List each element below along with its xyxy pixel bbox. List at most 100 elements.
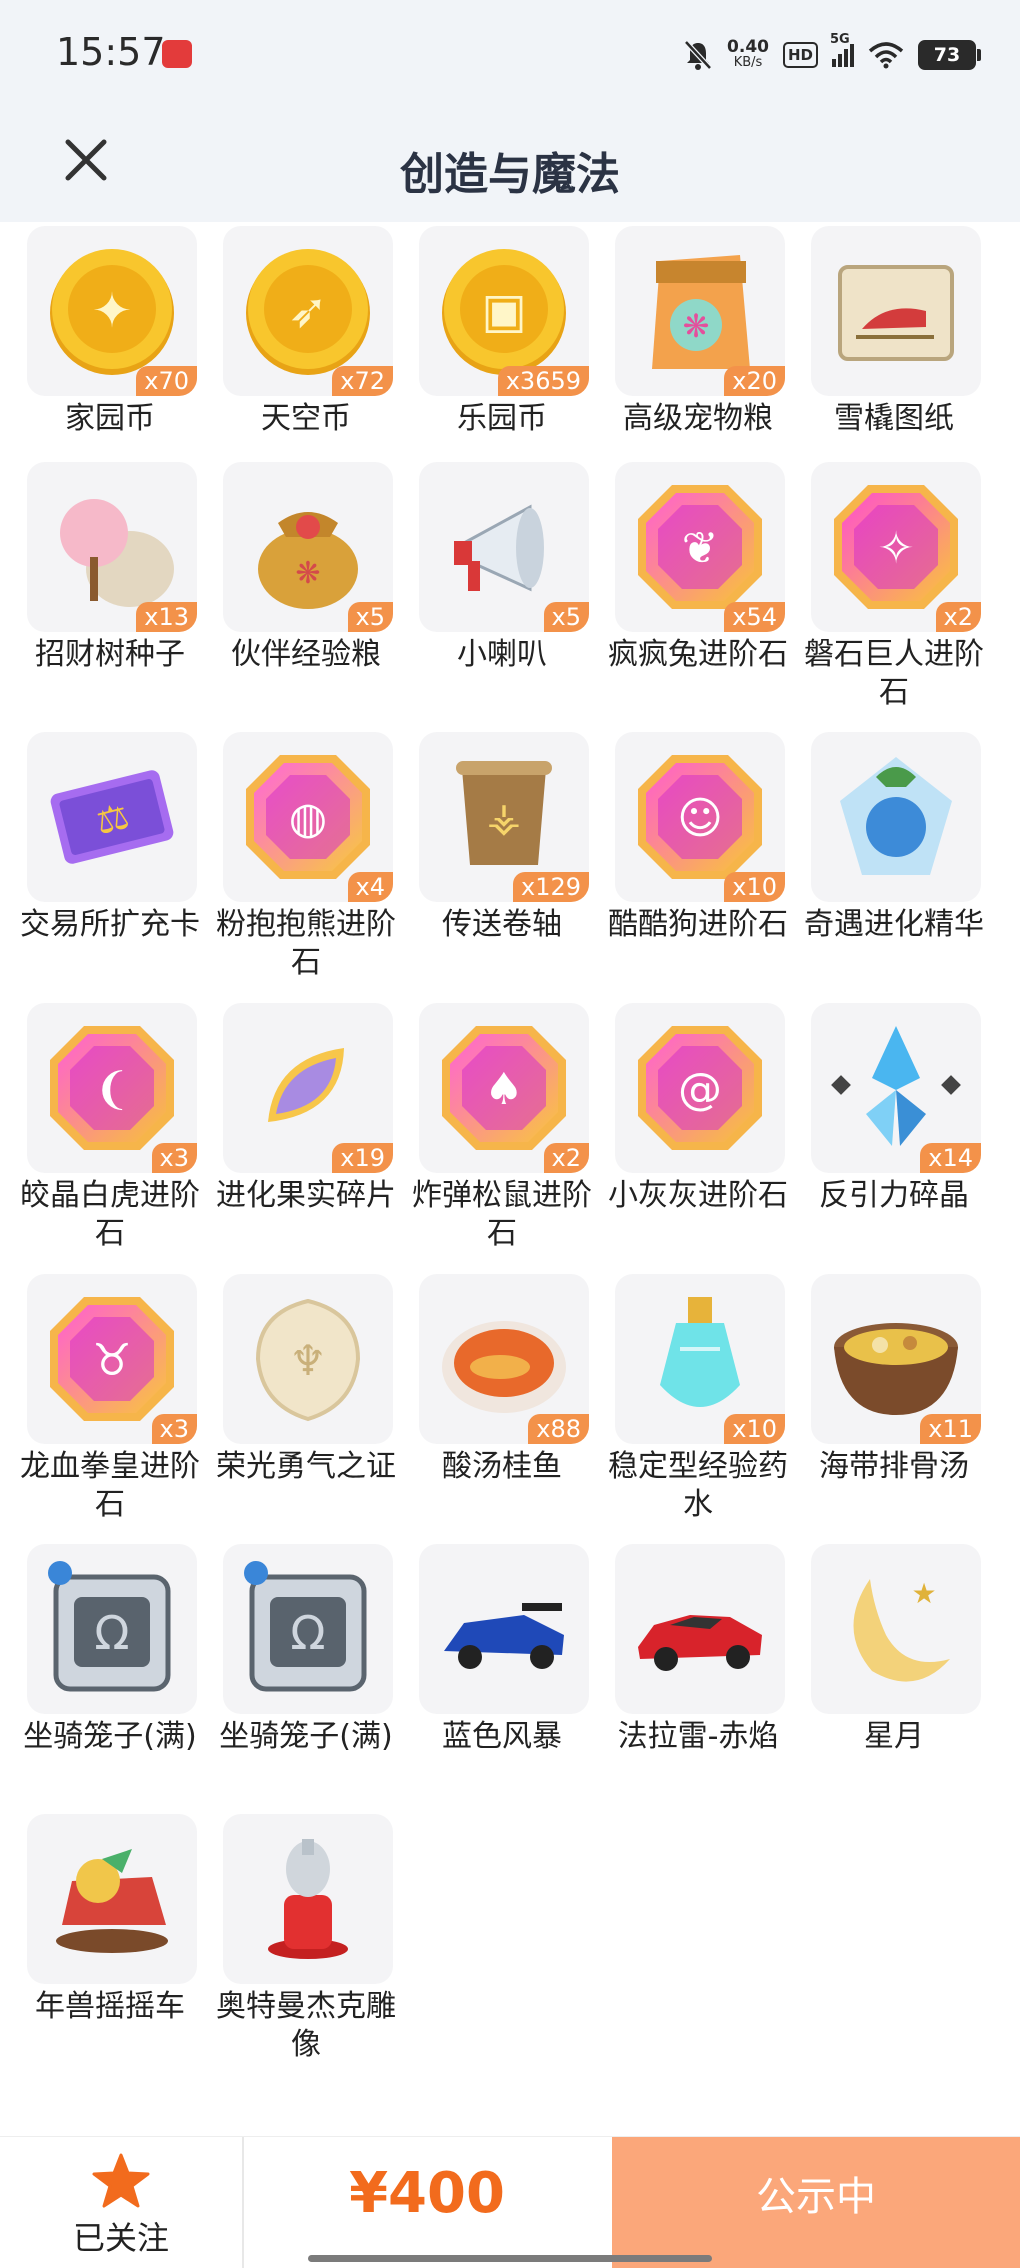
pet-food-bag-icon: ❋ xyxy=(630,241,770,381)
svg-text:◍: ◍ xyxy=(289,793,327,844)
item-card[interactable]: ◍ x4 xyxy=(223,732,393,902)
item-card[interactable] xyxy=(615,1544,785,1714)
svg-text:Ω: Ω xyxy=(94,1606,129,1660)
item-name: 招财树种子 xyxy=(35,637,185,672)
item-count-badge: x3659 xyxy=(497,366,589,396)
item-count-badge: x3 xyxy=(151,1414,197,1444)
item-card[interactable]: @ xyxy=(615,1003,785,1173)
item-card[interactable]: x13 xyxy=(27,462,197,632)
item-card[interactable]: Ω xyxy=(27,1544,197,1714)
item-card[interactable]: x88 xyxy=(419,1274,589,1444)
item-name: 疯疯兔进阶石 xyxy=(608,637,788,672)
item-card[interactable]: ❋ x20 xyxy=(615,226,785,396)
item-count-badge: x3 xyxy=(151,1143,197,1173)
item-card[interactable]: x5 xyxy=(419,462,589,632)
svg-text:☺: ☺ xyxy=(677,793,723,844)
app-notification-icon xyxy=(162,40,192,68)
item-card[interactable]: ❋ x5 xyxy=(223,462,393,632)
item-name: 天空币 xyxy=(261,401,351,436)
item-card[interactable] xyxy=(811,226,981,396)
svg-text:❨: ❨ xyxy=(94,1064,131,1115)
item-card[interactable]: ✦ x70 xyxy=(27,226,197,396)
item-name: 高级宠物粮 xyxy=(623,401,773,436)
item-card[interactable]: ★ xyxy=(811,1544,981,1714)
item-name: 荣光勇气之证 xyxy=(216,1449,396,1484)
item-card[interactable]: ♉ x3 xyxy=(27,1274,197,1444)
rabbit-gem-icon: ❦ xyxy=(630,477,770,617)
wifi-icon xyxy=(868,42,904,69)
mount-cage-icon: Ω xyxy=(238,1559,378,1699)
svg-text:❦: ❦ xyxy=(682,523,719,574)
svg-text:✦: ✦ xyxy=(92,283,132,339)
bull-gem-icon: ♉ xyxy=(42,1289,182,1429)
item-card[interactable]: ✧ x2 xyxy=(811,462,981,632)
item-card[interactable]: ♠ x2 xyxy=(419,1003,589,1173)
blue-race-car-icon xyxy=(434,1559,574,1699)
item-card[interactable]: x10 xyxy=(615,1274,785,1444)
item-count-badge: x129 xyxy=(512,872,589,902)
follow-button[interactable]: 已关注 xyxy=(0,2137,244,2268)
evolution-essence-icon xyxy=(826,747,966,887)
item-name: 坐骑笼子(满) xyxy=(23,1719,197,1754)
item-card[interactable] xyxy=(419,1544,589,1714)
svg-text:⚶: ⚶ xyxy=(487,795,521,841)
home-indicator[interactable] xyxy=(308,2255,712,2262)
item-name: 皎晶白虎进阶石 xyxy=(20,1178,200,1251)
header-bar: 创造与魔法 xyxy=(0,110,1020,222)
publicity-button[interactable]: 公示中 xyxy=(612,2137,1020,2268)
item-card[interactable]: x19 xyxy=(223,1003,393,1173)
item-card[interactable] xyxy=(27,1814,197,1984)
item-card[interactable]: Ω xyxy=(223,1544,393,1714)
item-name: 蓝色风暴 xyxy=(442,1719,562,1754)
item-name: 酸汤桂鱼 xyxy=(442,1449,562,1484)
svg-text:♠: ♠ xyxy=(484,1064,523,1115)
item-name: 乐园币 xyxy=(457,401,547,436)
item-card[interactable]: ▣ x3659 xyxy=(419,226,589,396)
item-card[interactable]: ❦ x54 xyxy=(615,462,785,632)
red-sports-car-icon xyxy=(630,1559,770,1699)
item-card[interactable]: ⚖ xyxy=(27,732,197,902)
status-bar: 15:57 0.40 KB/s HD 5G 73 xyxy=(0,0,1020,110)
item-card[interactable]: x11 xyxy=(811,1274,981,1444)
tiger-gem-icon: ❨ xyxy=(42,1018,182,1158)
item-card[interactable]: ♆ xyxy=(223,1274,393,1444)
item-count-badge: x13 xyxy=(136,602,197,632)
mount-cage-icon: Ω xyxy=(42,1559,182,1699)
item-name: 酷酷狗进阶石 xyxy=(608,907,788,942)
item-name: 传送卷轴 xyxy=(442,907,562,942)
svg-text:♆: ♆ xyxy=(289,1336,327,1385)
giant-gem-icon: ✧ xyxy=(826,477,966,617)
item-card[interactable] xyxy=(223,1814,393,1984)
svg-text:➶: ➶ xyxy=(288,283,328,339)
item-name: 雪橇图纸 xyxy=(834,401,954,436)
gold-coin-park-icon: ▣ xyxy=(434,241,574,381)
item-name: 磐石巨人进阶石 xyxy=(804,637,984,710)
price-label: ¥400 xyxy=(349,2161,505,2226)
item-count-badge: x88 xyxy=(528,1414,589,1444)
item-card[interactable]: ⚶ x129 xyxy=(419,732,589,902)
teleport-scroll-icon: ⚶ xyxy=(434,747,574,887)
item-count-badge: x14 xyxy=(920,1143,981,1173)
status-time: 15:57 xyxy=(56,30,166,74)
ultraman-statue-icon xyxy=(238,1829,378,1969)
item-count-badge: x5 xyxy=(543,602,589,632)
item-name: 小灰灰进阶石 xyxy=(608,1178,788,1213)
megaphone-icon xyxy=(434,477,574,617)
follow-label: 已关注 xyxy=(72,2219,169,2257)
item-name: 奇遇进化精华 xyxy=(804,907,984,942)
item-name: 星月 xyxy=(864,1719,924,1754)
item-name: 小喇叭 xyxy=(457,637,547,672)
item-name: 进化果实碎片 xyxy=(216,1178,396,1213)
page-title: 创造与魔法 xyxy=(400,149,620,200)
item-card[interactable]: ❨ x3 xyxy=(27,1003,197,1173)
item-card[interactable] xyxy=(811,732,981,902)
item-card[interactable]: x14 xyxy=(811,1003,981,1173)
item-name: 年兽摇摇车 xyxy=(35,1989,185,2024)
item-card[interactable]: ➶ x72 xyxy=(223,226,393,396)
network-type: 5G xyxy=(830,31,850,47)
svg-text:✧: ✧ xyxy=(878,523,915,574)
item-count-badge: x54 xyxy=(724,602,785,632)
item-card[interactable]: ☺ x10 xyxy=(615,732,785,902)
signal-icon: 5G xyxy=(830,32,854,67)
svg-text:❋: ❋ xyxy=(683,307,710,345)
